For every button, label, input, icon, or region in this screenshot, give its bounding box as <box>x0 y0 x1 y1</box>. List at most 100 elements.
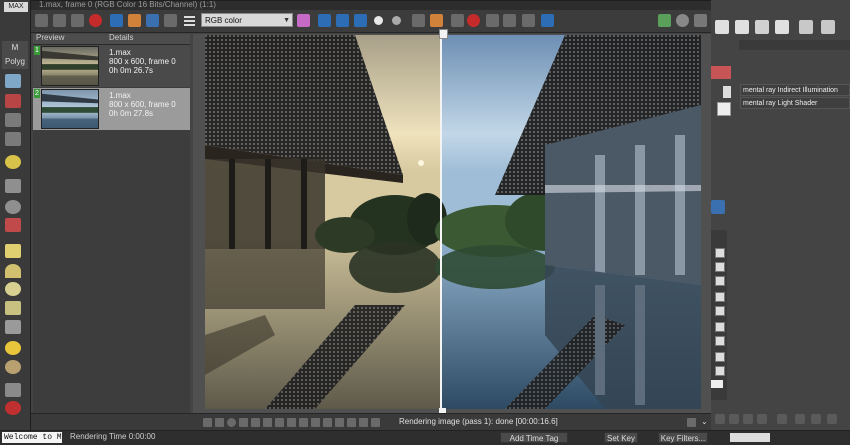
checkbox[interactable] <box>715 276 725 286</box>
checkbox[interactable] <box>715 336 725 346</box>
stop-render-icon[interactable] <box>467 14 480 27</box>
material-icon[interactable] <box>5 94 21 108</box>
checkbox[interactable] <box>715 292 725 302</box>
table-icon[interactable] <box>715 20 729 34</box>
light-icon[interactable] <box>5 155 21 169</box>
history-entry-1[interactable]: 1 1.max 800 x 600, frame 0 0h 0m 26.7s <box>33 45 190 87</box>
shader-item-indirect-illumination[interactable]: mental ray Indirect Illumination <box>740 84 850 96</box>
camera-icon[interactable] <box>5 179 21 193</box>
open-folder-icon[interactable] <box>430 14 443 27</box>
dome-icon[interactable] <box>5 264 21 278</box>
checkbox[interactable] <box>715 306 725 316</box>
material-editor-icon[interactable] <box>755 20 769 34</box>
env-icon[interactable] <box>658 14 671 27</box>
compare-icon[interactable] <box>275 418 284 427</box>
panel-dropdown[interactable] <box>717 102 731 116</box>
add-time-tag-button[interactable]: Add Time Tag <box>500 432 568 443</box>
history-entry-2[interactable]: 2 1.max 800 x 600, frame 0 0h 0m 27.8s <box>33 88 190 130</box>
render-icon[interactable] <box>775 20 789 34</box>
map-icon[interactable] <box>711 200 725 214</box>
gray-dot-icon[interactable] <box>392 16 401 25</box>
save-image-icon[interactable] <box>35 14 48 27</box>
panel-field[interactable] <box>711 380 723 388</box>
zoom-icon[interactable] <box>215 418 224 427</box>
shader-item-light-shader[interactable]: mental ray Light Shader <box>740 97 850 109</box>
frame-field[interactable] <box>730 433 770 442</box>
layers-icon[interactable] <box>323 418 332 427</box>
compare-divider-handle[interactable] <box>439 29 448 39</box>
pan-view-icon[interactable] <box>827 414 837 424</box>
save-icon[interactable] <box>412 14 425 27</box>
list-icon[interactable] <box>5 113 21 127</box>
sun-icon[interactable] <box>5 341 21 355</box>
sky-icon[interactable] <box>5 360 21 374</box>
next-frame-icon[interactable] <box>757 414 767 424</box>
edit-icon[interactable] <box>735 20 749 34</box>
navigate-icon[interactable] <box>503 14 516 27</box>
maxscript-listener[interactable]: Welcome to M <box>2 432 62 443</box>
panel-swatch[interactable] <box>723 86 731 98</box>
record-icon[interactable] <box>5 401 21 415</box>
lock-icon[interactable] <box>451 14 464 27</box>
channel-g-icon[interactable] <box>128 14 141 27</box>
play-icon[interactable] <box>743 414 753 424</box>
green-channel-toggle[interactable] <box>336 14 349 27</box>
print-icon[interactable] <box>71 14 84 27</box>
clear-icon[interactable] <box>89 14 102 27</box>
red-channel-toggle[interactable] <box>318 14 331 27</box>
grid-icon[interactable] <box>5 132 21 146</box>
pixel-info-icon[interactable] <box>335 418 344 427</box>
overlay-icon[interactable] <box>299 418 308 427</box>
key-filters-button[interactable]: Key Filters... <box>658 432 708 443</box>
checkbox[interactable] <box>715 352 725 362</box>
render-setup-icon[interactable] <box>486 14 499 27</box>
zoom-extents-icon[interactable] <box>777 414 787 424</box>
fov-icon[interactable] <box>811 414 821 424</box>
channel-display-select[interactable]: RGB color ▼ <box>201 13 293 27</box>
command-tab-m[interactable]: M <box>2 41 28 55</box>
rendered-image[interactable] <box>205 35 701 409</box>
stats-icon[interactable] <box>371 418 380 427</box>
channel-r-icon[interactable] <box>110 14 123 27</box>
particle-icon[interactable] <box>5 383 21 397</box>
options-icon[interactable] <box>694 14 707 27</box>
crop-icon[interactable] <box>251 418 260 427</box>
histogram-icon[interactable] <box>311 418 320 427</box>
checkbox[interactable] <box>715 248 725 258</box>
tone-icon[interactable] <box>347 418 356 427</box>
torus-icon[interactable] <box>5 301 21 315</box>
display-icon[interactable] <box>541 14 554 27</box>
clone-icon[interactable] <box>53 14 66 27</box>
box-icon[interactable] <box>5 244 21 258</box>
white-dot-icon[interactable] <box>374 16 383 25</box>
helper-icon[interactable] <box>5 200 21 214</box>
blowup-icon[interactable] <box>263 418 272 427</box>
teapot-render-icon[interactable] <box>799 20 813 34</box>
space-warp-icon[interactable] <box>5 218 21 232</box>
menu-icon[interactable] <box>184 15 195 26</box>
sphere-preview-icon[interactable] <box>676 14 689 27</box>
split-icon[interactable] <box>287 418 296 427</box>
prev-frame-icon[interactable] <box>729 414 739 424</box>
go-start-icon[interactable] <box>715 414 725 424</box>
cone-icon[interactable] <box>5 320 21 334</box>
region-icon[interactable] <box>239 418 248 427</box>
exposure-icon[interactable] <box>359 418 368 427</box>
teapot-icon[interactable] <box>5 74 21 88</box>
command-tab-polyg[interactable]: Polyg <box>2 55 28 69</box>
chevron-down-icon[interactable]: ⌄ <box>701 417 708 426</box>
render-teapot-icon[interactable] <box>522 14 535 27</box>
expand-icon[interactable] <box>687 418 696 427</box>
quick-render-icon[interactable] <box>821 20 835 34</box>
blue-channel-toggle[interactable] <box>354 14 367 27</box>
orbit-icon[interactable] <box>795 414 805 424</box>
set-key-button[interactable]: Set Key <box>604 432 638 443</box>
checkbox[interactable] <box>715 366 725 376</box>
app-logo[interactable]: MAX <box>4 2 28 12</box>
checkbox[interactable] <box>715 262 725 272</box>
hierarchy-tab[interactable] <box>711 66 731 79</box>
alpha-icon[interactable] <box>164 14 177 27</box>
fit-icon[interactable] <box>203 418 212 427</box>
checkbox[interactable] <box>715 322 725 332</box>
color-picker-icon[interactable] <box>297 14 310 27</box>
